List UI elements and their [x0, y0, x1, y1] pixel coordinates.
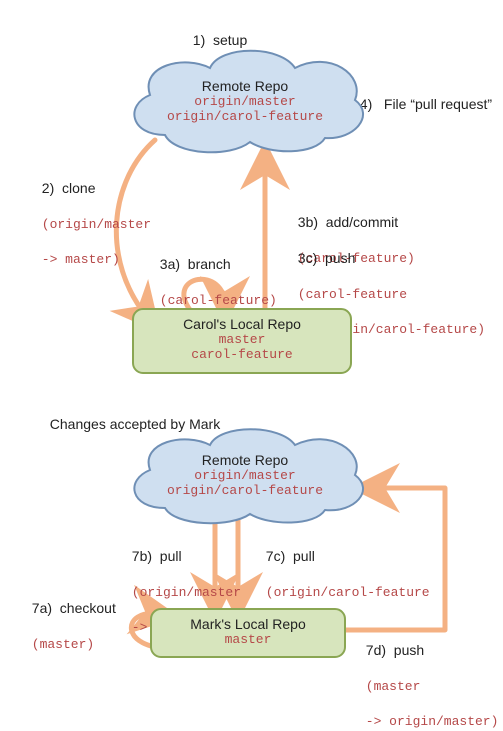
remote-title-1: Remote Repo [120, 78, 370, 94]
mark-line1: master [150, 632, 346, 647]
step-3a: 3a) branch (carol-feature) [152, 238, 277, 309]
step-7d: 7d) push (master -> origin/master) [358, 624, 498, 731]
remote-line1-2: origin/master [120, 468, 370, 483]
step-7a: 7a) checkout (master) [24, 582, 116, 653]
mark-local-repo: Mark's Local Repo master [150, 608, 346, 658]
mark-title: Mark's Local Repo [150, 616, 346, 632]
remote-line1-1: origin/master [120, 94, 370, 109]
carol-local-repo: Carol's Local Repo master carol-feature [132, 308, 352, 374]
carol-title: Carol's Local Repo [132, 316, 352, 332]
carol-line2: carol-feature [132, 347, 352, 362]
step-2: 2) clone (origin/master -> master) [34, 162, 151, 269]
remote-repo-cloud-1: Remote Repo origin/master origin/carol-f… [120, 40, 370, 160]
carol-line1: master [132, 332, 352, 347]
remote-line2-1: origin/carol-feature [120, 109, 370, 124]
remote-title-2: Remote Repo [120, 452, 370, 468]
remote-repo-cloud-2: Remote Repo origin/master origin/carol-f… [120, 420, 370, 530]
remote-line2-2: origin/carol-feature [120, 483, 370, 498]
step-4: 4) File “pull request” [352, 78, 492, 113]
